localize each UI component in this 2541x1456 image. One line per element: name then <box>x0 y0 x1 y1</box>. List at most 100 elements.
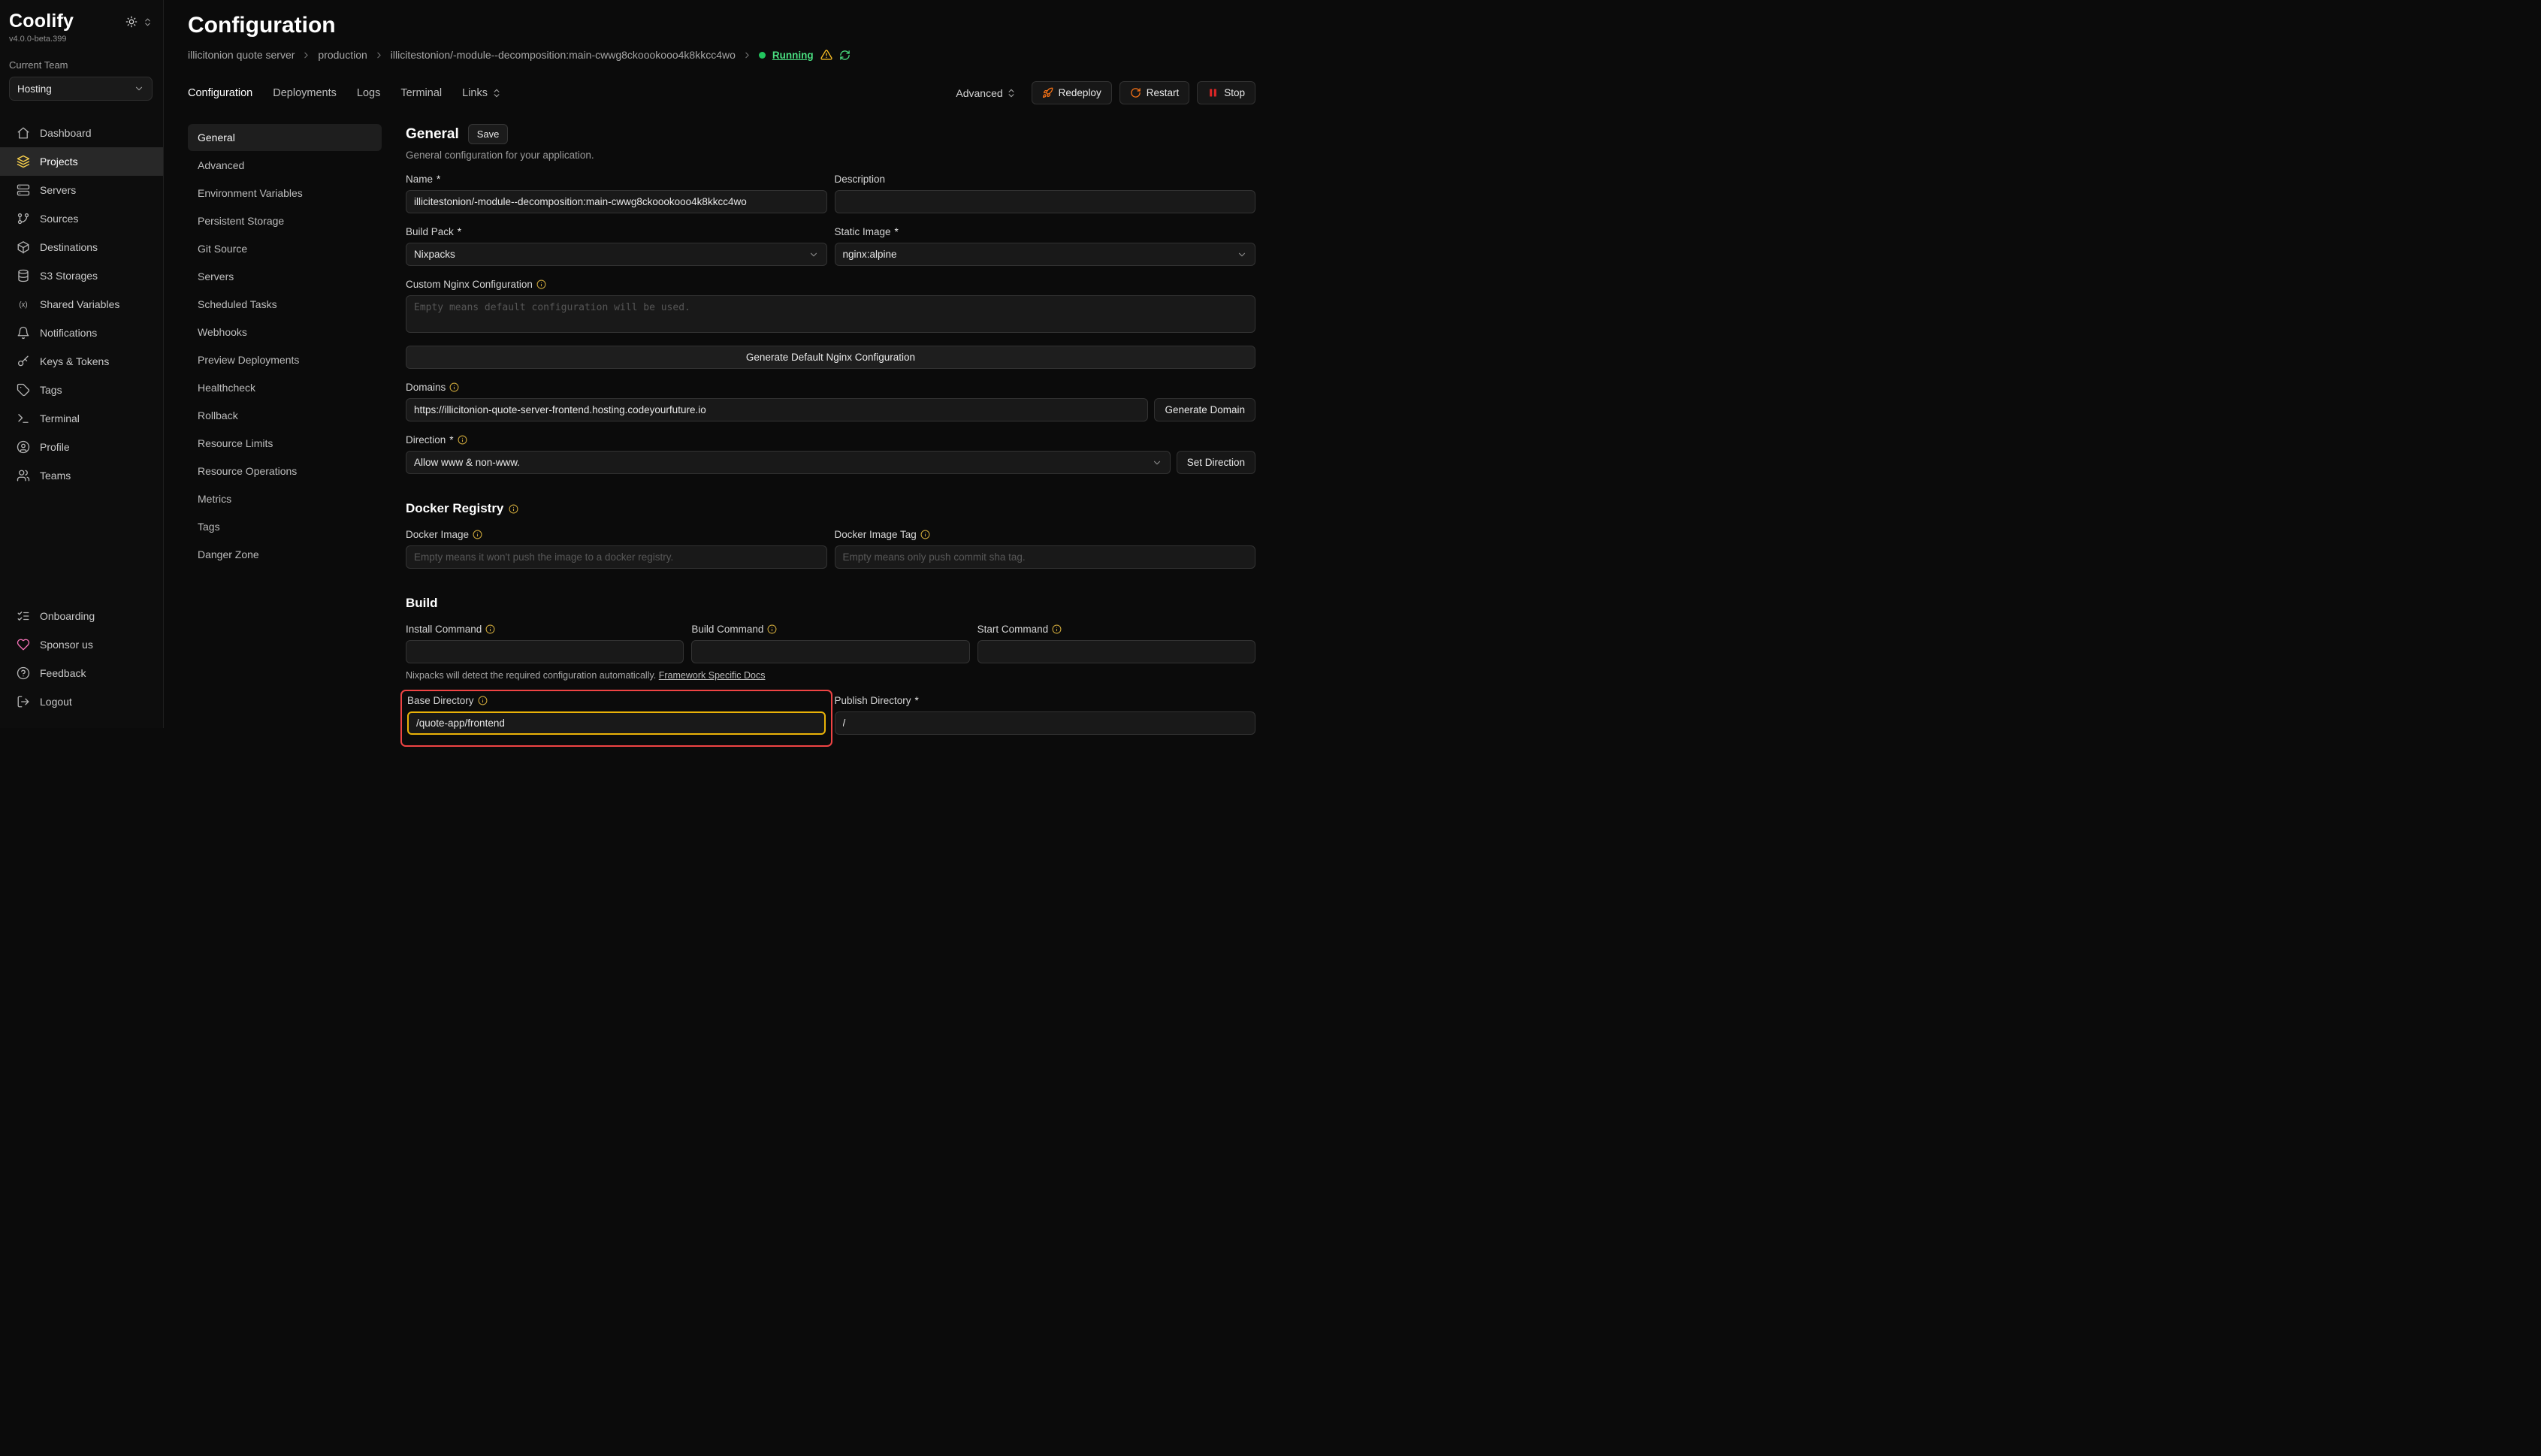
tab-configuration[interactable]: Configuration <box>188 87 252 99</box>
subnav-item-healthcheck[interactable]: Healthcheck <box>188 374 382 401</box>
required-marker: * <box>437 173 440 186</box>
sidebar-item-destinations[interactable]: Destinations <box>0 233 163 261</box>
sidebar-header: Coolify v4.0.0-beta.399 Current Team Hos… <box>0 11 163 101</box>
running-status-link[interactable]: Running <box>772 50 814 61</box>
tab-terminal[interactable]: Terminal <box>400 87 442 99</box>
sidebar-item-feedback[interactable]: Feedback <box>0 659 163 687</box>
tab-deployments[interactable]: Deployments <box>273 87 337 99</box>
sidebar-item-sources[interactable]: Sources <box>0 204 163 233</box>
info-icon[interactable] <box>767 624 777 634</box>
breadcrumb-item[interactable]: production <box>318 49 367 61</box>
info-icon[interactable] <box>449 382 459 392</box>
restart-label: Restart <box>1147 87 1180 98</box>
subnav-item-resource-operations[interactable]: Resource Operations <box>188 458 382 485</box>
docker-image-input[interactable] <box>406 545 827 569</box>
refresh-icon[interactable] <box>839 50 851 61</box>
sidebar-item-shared-variables[interactable]: (x) Shared Variables <box>0 290 163 319</box>
sidebar-item-servers[interactable]: Servers <box>0 176 163 204</box>
info-icon[interactable] <box>536 279 546 289</box>
breadcrumb-item[interactable]: illicitestonion/-module--decomposition:m… <box>391 49 736 61</box>
variables-icon: (x) <box>17 298 30 311</box>
sidebar-item-teams[interactable]: Teams <box>0 461 163 490</box>
warning-triangle-icon[interactable] <box>820 49 832 61</box>
info-icon[interactable] <box>1052 624 1062 634</box>
subnav-item-advanced[interactable]: Advanced <box>188 152 382 179</box>
build-command-input[interactable] <box>691 640 969 663</box>
set-direction-button[interactable]: Set Direction <box>1177 451 1255 474</box>
sidebar-item-notifications[interactable]: Notifications <box>0 319 163 347</box>
subnav-item-servers[interactable]: Servers <box>188 263 382 290</box>
sidebar-item-keys-tokens[interactable]: Keys & Tokens <box>0 347 163 376</box>
subnav-item-metrics[interactable]: Metrics <box>188 485 382 512</box>
page-title: Configuration <box>188 12 1255 39</box>
save-button[interactable]: Save <box>468 124 509 144</box>
start-command-input[interactable] <box>977 640 1255 663</box>
info-icon[interactable] <box>485 624 495 634</box>
sidebar-item-tags[interactable]: Tags <box>0 376 163 404</box>
restart-button[interactable]: Restart <box>1119 81 1190 104</box>
framework-docs-link[interactable]: Framework Specific Docs <box>659 670 766 681</box>
nginx-config-textarea[interactable] <box>406 295 1255 333</box>
sidebar-item-label: Keys & Tokens <box>40 355 109 367</box>
direction-select[interactable]: Allow www & non-www. <box>406 451 1171 474</box>
static-image-select[interactable]: nginx:alpine <box>835 243 1256 266</box>
subnav-item-environment-variables[interactable]: Environment Variables <box>188 180 382 207</box>
advanced-selector[interactable]: Advanced <box>956 87 1016 99</box>
info-icon[interactable] <box>458 435 467 445</box>
info-icon[interactable] <box>478 696 488 705</box>
name-field: Name* <box>406 173 827 213</box>
sidebar-item-profile[interactable]: Profile <box>0 433 163 461</box>
redeploy-button[interactable]: Redeploy <box>1032 81 1112 104</box>
subnav-item-preview-deployments[interactable]: Preview Deployments <box>188 346 382 373</box>
generate-nginx-button[interactable]: Generate Default Nginx Configuration <box>406 346 1255 369</box>
chevron-right-icon <box>742 50 752 60</box>
sidebar-item-label: Logout <box>40 696 72 708</box>
sidebar-item-s3-storages[interactable]: S3 Storages <box>0 261 163 290</box>
docker-registry-heading: Docker Registry <box>406 501 1255 516</box>
subnav-item-tags[interactable]: Tags <box>188 513 382 540</box>
publish-directory-input[interactable] <box>835 711 1256 735</box>
subnav-item-webhooks[interactable]: Webhooks <box>188 319 382 346</box>
info-icon[interactable] <box>920 530 930 539</box>
sidebar-item-projects[interactable]: Projects <box>0 147 163 176</box>
sidebar-item-logout[interactable]: Logout <box>0 687 163 716</box>
sidebar-item-onboarding[interactable]: Onboarding <box>0 602 163 630</box>
subnav-item-rollback[interactable]: Rollback <box>188 402 382 429</box>
subnav-item-persistent-storage[interactable]: Persistent Storage <box>188 207 382 234</box>
build-pack-select[interactable]: Nixpacks <box>406 243 827 266</box>
base-directory-input[interactable] <box>407 711 826 735</box>
sidebar-item-label: S3 Storages <box>40 270 98 282</box>
subnav-item-danger-zone[interactable]: Danger Zone <box>188 541 382 568</box>
sidebar-item-label: Notifications <box>40 327 97 339</box>
base-directory-label: Base Directory <box>407 694 474 707</box>
install-command-input[interactable] <box>406 640 684 663</box>
stop-button[interactable]: Stop <box>1197 81 1255 104</box>
info-icon[interactable] <box>473 530 482 539</box>
general-subtitle: General configuration for your applicati… <box>406 150 1255 161</box>
direction-value: Allow www & non-www. <box>414 457 520 468</box>
generate-domain-button[interactable]: Generate Domain <box>1154 398 1255 421</box>
tab-logs[interactable]: Logs <box>357 87 380 99</box>
subnav-item-general[interactable]: General <box>188 124 382 151</box>
docker-image-tag-input[interactable] <box>835 545 1256 569</box>
nixpacks-note: Nixpacks will detect the required config… <box>406 670 1255 681</box>
sidebar-item-sponsor-us[interactable]: Sponsor us <box>0 630 163 659</box>
sidebar-item-terminal[interactable]: Terminal <box>0 404 163 433</box>
domains-input[interactable] <box>406 398 1148 421</box>
docker-image-label: Docker Image <box>406 528 469 541</box>
subnav-item-resource-limits[interactable]: Resource Limits <box>188 430 382 457</box>
name-input[interactable] <box>406 190 827 213</box>
list-checks-icon <box>17 609 30 623</box>
team-select[interactable]: Hosting <box>9 77 153 101</box>
chevrons-up-down-icon[interactable] <box>143 17 153 27</box>
sidebar-item-label: Shared Variables <box>40 298 119 310</box>
subnav-item-scheduled-tasks[interactable]: Scheduled Tasks <box>188 291 382 318</box>
sidebar-item-dashboard[interactable]: Dashboard <box>0 119 163 147</box>
description-input[interactable] <box>835 190 1256 213</box>
info-icon[interactable] <box>509 504 518 514</box>
tab-links[interactable]: Links <box>462 87 502 99</box>
sidebar-item-label: Sources <box>40 213 78 225</box>
subnav-item-git-source[interactable]: Git Source <box>188 235 382 262</box>
theme-toggle-sun-icon[interactable] <box>125 16 137 28</box>
breadcrumb-item[interactable]: illicitonion quote server <box>188 49 295 61</box>
